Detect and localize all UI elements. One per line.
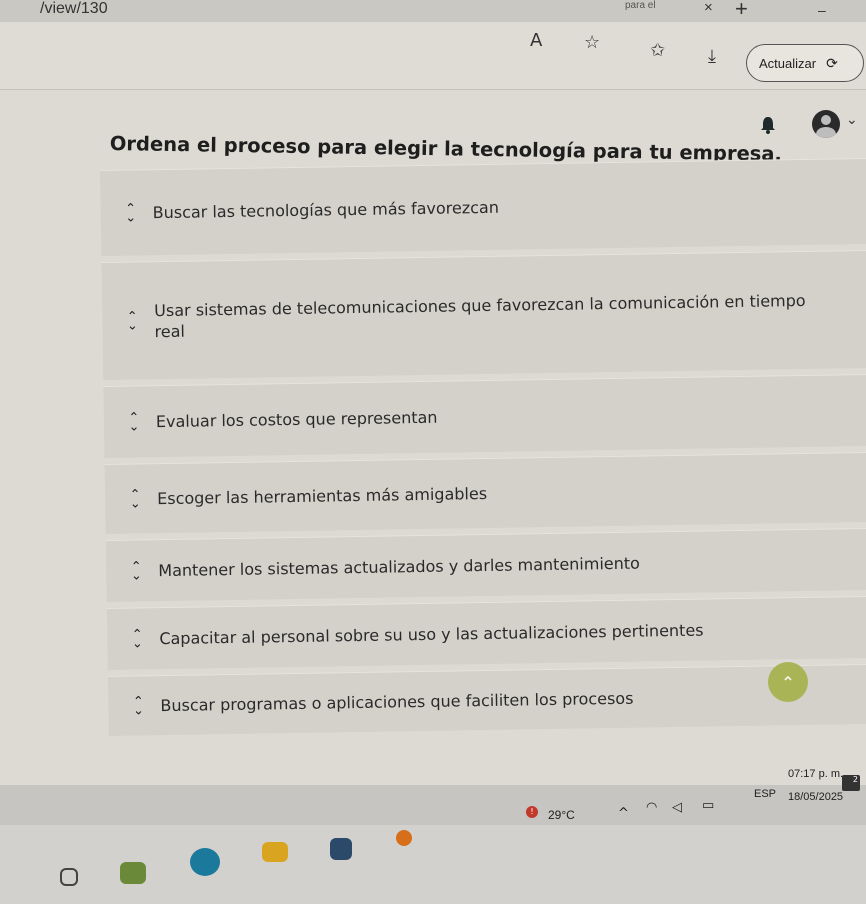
list-item[interactable]: ⌃ ⌄ Usar sistemas de telecomunicaciones q… — [101, 249, 866, 380]
list-item[interactable]: ⌃ ⌄ Capacitar al personal sobre su uso y … — [106, 595, 866, 670]
store-icon[interactable] — [330, 838, 352, 860]
tray-chevron-up-icon[interactable]: ^ — [618, 806, 629, 821]
double-chevron-up-icon: ⌃ — [781, 672, 795, 692]
download-icon[interactable]: ⤓ — [708, 46, 716, 67]
language-indicator[interactable]: ESP — [754, 788, 776, 800]
list-item[interactable]: ⌃ ⌄ Buscar las tecnologías que más favore… — [100, 157, 866, 256]
item-text: Buscar las tecnologías que más favorezca… — [152, 197, 500, 223]
weather-temperature[interactable]: 29°C — [548, 808, 575, 822]
app-icon[interactable] — [120, 862, 146, 884]
update-icon: ⟳ — [826, 54, 838, 71]
read-aloud-icon[interactable]: A — [530, 30, 542, 51]
item-text: Usar sistemas de telecomunicaciones que … — [154, 290, 806, 341]
bell-icon[interactable] — [760, 116, 776, 139]
sort-handle-icon[interactable]: ⌃ ⌄ — [128, 694, 148, 718]
sortable-list: ⌃ ⌄ Buscar las tecnologías que más favore… — [100, 157, 866, 742]
edge-browser-icon[interactable] — [190, 848, 220, 876]
tab-title[interactable]: para el — [625, 0, 656, 11]
list-item[interactable]: ⌃ ⌄ Buscar programas o aplicaciones que f… — [107, 663, 866, 736]
update-button[interactable]: Actualizar ⟳ — [746, 44, 864, 82]
browser-toolbar: A ☆ ✩ ⤓ Actualizar ⟳ — [0, 22, 866, 90]
minimize-button[interactable]: – — [818, 2, 826, 18]
tab-bar: /view/130 para el × + – — [0, 0, 866, 22]
item-text: Capacitar al personal sobre su uso y las… — [159, 620, 704, 649]
task-view-icon[interactable] — [60, 868, 78, 886]
list-item[interactable]: ⌃ ⌄ Evaluar los costos que representan — [103, 373, 866, 458]
weather-alert-icon: ! — [526, 806, 538, 818]
new-tab-button[interactable]: + — [735, 0, 748, 22]
favorites-list-icon[interactable]: ✩ — [650, 40, 665, 61]
tab-url: /view/130 — [40, 0, 108, 17]
tab-close-icon[interactable]: × — [704, 0, 713, 16]
favorite-star-icon[interactable]: ☆ — [584, 32, 600, 53]
update-label: Actualizar — [759, 55, 817, 71]
sort-handle-icon[interactable]: ⌃ ⌄ — [122, 309, 142, 333]
list-item[interactable]: ⌃ ⌄ Mantener los sistemas actualizados y … — [105, 527, 866, 602]
avatar[interactable] — [812, 110, 840, 138]
item-text: Mantener los sistemas actualizados y dar… — [158, 553, 641, 581]
clock-date[interactable]: 18/05/2025 — [788, 791, 843, 803]
chevron-down-icon[interactable]: ⌄ — [846, 112, 858, 128]
item-text: Evaluar los costos que representan — [155, 407, 438, 432]
item-text: Escoger las herramientas más amigables — [157, 483, 488, 509]
battery-icon[interactable]: ▭ — [702, 798, 714, 813]
scroll-to-top-button[interactable]: ⌃ — [768, 662, 808, 702]
notifications-icon[interactable]: 2 — [842, 775, 860, 791]
sort-handle-icon[interactable]: ⌃ ⌄ — [121, 201, 141, 225]
file-explorer-icon[interactable] — [262, 842, 288, 862]
clock-time[interactable]: 07:17 p. m. — [788, 768, 843, 780]
speaker-icon[interactable]: ◁ — [672, 800, 682, 815]
wifi-icon[interactable]: ◠ — [646, 800, 657, 815]
item-text: Buscar programas o aplicaciones que faci… — [160, 688, 634, 716]
sort-handle-icon[interactable]: ⌃ ⌄ — [125, 487, 145, 511]
list-item[interactable]: ⌃ ⌄ Escoger las herramientas más amigable… — [104, 451, 866, 534]
app-icon[interactable] — [396, 830, 412, 846]
sort-handle-icon[interactable]: ⌃ ⌄ — [126, 559, 146, 583]
sort-handle-icon[interactable]: ⌃ ⌄ — [127, 627, 147, 651]
sort-handle-icon[interactable]: ⌃ ⌄ — [124, 410, 144, 434]
